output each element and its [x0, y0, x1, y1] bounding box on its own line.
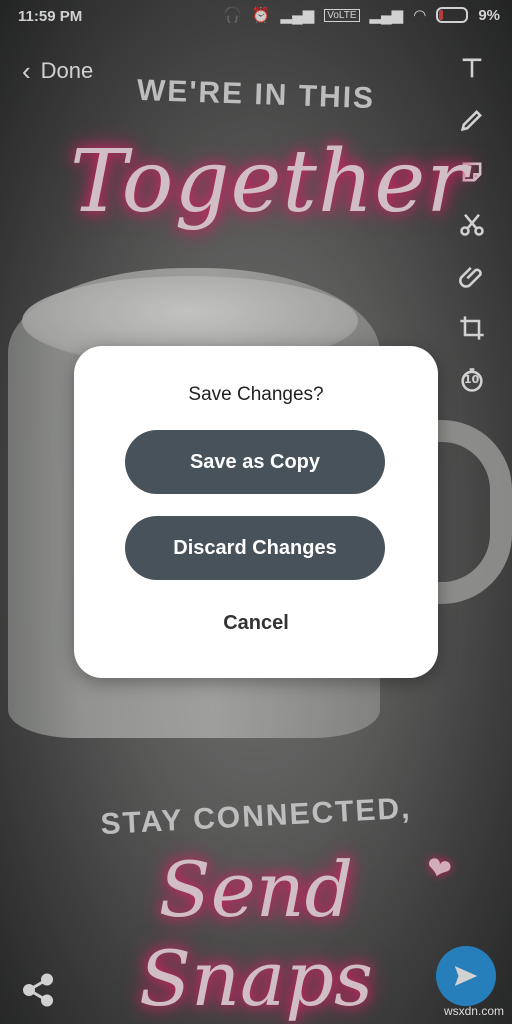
discard-changes-button[interactable]: Discard Changes	[125, 516, 385, 580]
save-as-copy-button[interactable]: Save as Copy	[125, 430, 385, 494]
watermark: wsxdn.com	[443, 1004, 504, 1018]
cancel-button[interactable]: Cancel	[74, 612, 438, 635]
dialog-title: Save Changes?	[188, 384, 324, 405]
save-changes-dialog: Save Changes? Save as Copy Discard Chang…	[74, 346, 438, 678]
